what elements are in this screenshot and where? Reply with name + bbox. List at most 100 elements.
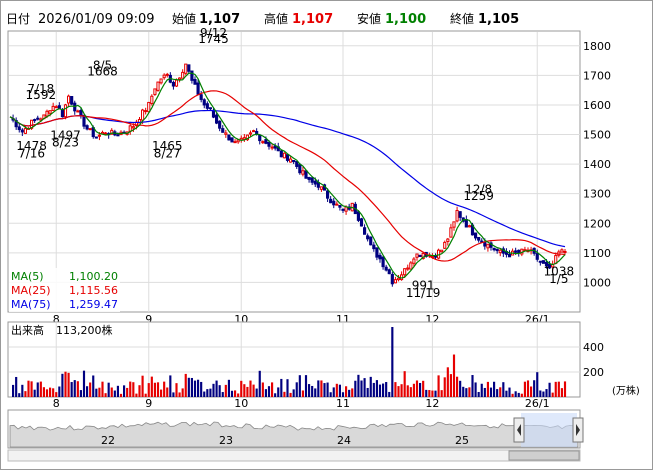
candle-body <box>261 141 265 144</box>
volume-bar <box>249 380 252 397</box>
volume-bar <box>345 386 348 397</box>
candle-body <box>227 134 231 141</box>
volume-bar <box>520 393 523 397</box>
volume-bar <box>280 378 283 397</box>
volume-bar <box>360 380 363 397</box>
volume-bar <box>107 382 110 397</box>
candle-body <box>248 132 253 135</box>
price-y-tick: 1600 <box>583 99 611 112</box>
candle-body <box>128 125 132 132</box>
navigator-scrollbar-track[interactable] <box>7 449 581 462</box>
volume-bar <box>95 388 98 397</box>
candle-body <box>267 141 271 147</box>
volume-bar <box>230 390 234 397</box>
volume-bar <box>499 387 502 397</box>
candle-body <box>236 139 240 143</box>
candle-body <box>387 269 391 275</box>
volume-bar <box>385 382 388 397</box>
volume-bar <box>563 381 567 397</box>
candle-body <box>304 170 308 179</box>
volume-bar <box>357 374 360 397</box>
volume-bar <box>283 391 286 397</box>
volume-bar <box>511 393 514 397</box>
navigator-right-handle[interactable] <box>572 417 584 443</box>
candle-body <box>338 205 342 208</box>
volume-bar <box>49 387 52 397</box>
price-y-tick: 1400 <box>583 158 611 171</box>
candle-body <box>193 78 197 85</box>
volume-bar <box>104 393 107 397</box>
candle-body <box>375 247 379 258</box>
volume-bar <box>119 393 123 397</box>
candle-body <box>63 104 68 118</box>
candle-body <box>390 273 394 285</box>
volume-bar <box>166 387 169 397</box>
volume-bar <box>412 383 415 397</box>
navigator-left-handle[interactable] <box>513 417 525 443</box>
volume-bar <box>530 386 533 397</box>
candle-body <box>230 137 234 143</box>
volume-bar <box>422 380 425 397</box>
candle-body <box>60 108 64 118</box>
candle-body <box>443 241 447 249</box>
volume-bar <box>150 376 153 397</box>
candle-body <box>433 255 438 258</box>
volume-x-tick: 11 <box>336 397 350 410</box>
volume-bar <box>135 393 138 397</box>
candle-body <box>378 254 382 260</box>
volume-bar <box>61 373 64 397</box>
volume-bar <box>110 387 113 397</box>
volume-bar <box>533 380 536 397</box>
volume-bar <box>545 389 548 397</box>
candle-body <box>282 152 286 159</box>
candle-body <box>156 81 160 91</box>
candle-body <box>196 82 200 95</box>
volume-bar <box>267 386 271 397</box>
ma-legend: MA(5) 1,100.20 MA(25) 1,115.56 MA(75) 1,… <box>9 268 120 312</box>
volume-bar <box>471 375 474 397</box>
volume-bar <box>200 381 203 397</box>
date-label: 日付 <box>6 12 30 26</box>
candle-body <box>270 146 274 149</box>
candle-body <box>258 134 262 142</box>
volume-bar <box>67 372 70 397</box>
volume-bar <box>289 392 292 397</box>
candle-body <box>541 260 545 264</box>
volume-bar <box>246 386 249 397</box>
navigator-selection[interactable] <box>521 413 577 447</box>
candle-body <box>104 132 108 135</box>
volume-bar <box>126 387 129 397</box>
candle-body <box>341 208 345 211</box>
volume-bar <box>193 380 197 397</box>
volume-bar <box>15 376 18 397</box>
navigator-tick-22: 22 <box>101 434 115 447</box>
volume-bar <box>363 378 366 397</box>
candle-body <box>313 180 317 185</box>
volume-bar <box>308 384 311 397</box>
volume-bar <box>335 383 338 397</box>
volume-bar <box>163 381 166 397</box>
legend-ma25-name: MA(25) <box>11 284 51 297</box>
candle-body <box>131 126 135 129</box>
candle-body <box>150 95 154 104</box>
volume-bar <box>129 381 132 397</box>
navigator-tick-23: 23 <box>219 434 233 447</box>
legend-ma5-value: 1,100.20 <box>69 270 118 283</box>
volume-bar <box>486 381 489 397</box>
candle-body <box>23 128 27 134</box>
volume-bar <box>190 377 193 397</box>
volume-bar <box>378 384 382 397</box>
candle-body <box>94 136 98 139</box>
volume-bar <box>123 385 126 397</box>
volume-bar <box>64 371 67 397</box>
volume-bar <box>160 389 163 397</box>
volume-bar <box>206 389 209 397</box>
candle-body <box>298 164 302 174</box>
navigator-scrollbar-thumb[interactable] <box>508 450 580 461</box>
volume-bar <box>252 384 255 397</box>
candle-body <box>211 109 216 118</box>
volume-bar <box>301 390 304 397</box>
candle-body <box>116 134 120 137</box>
candle-body <box>396 277 401 281</box>
volume-bar <box>224 384 227 397</box>
